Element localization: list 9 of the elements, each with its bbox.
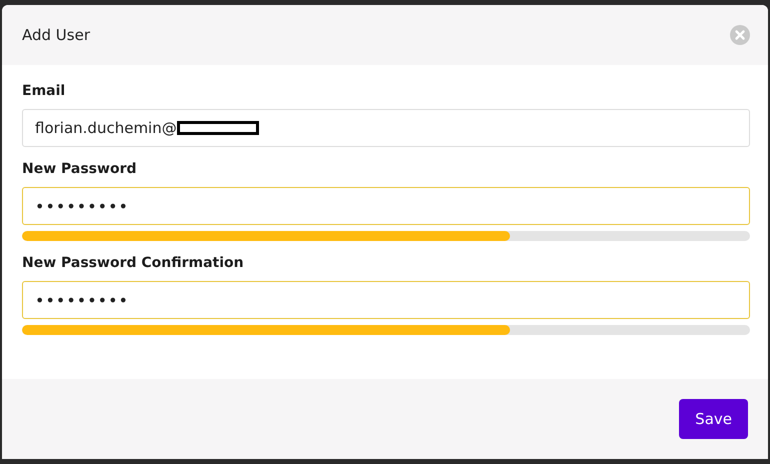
close-icon[interactable] bbox=[730, 25, 750, 45]
field-label: New Password bbox=[22, 161, 136, 177]
save-button[interactable]: Save bbox=[679, 399, 748, 439]
field-label: Email bbox=[22, 83, 66, 99]
email-field[interactable]: florian.duchemin@ bbox=[22, 109, 750, 147]
dialog-title: Add User bbox=[22, 26, 90, 44]
password-field[interactable]: ••••••••• bbox=[22, 281, 750, 319]
password-field[interactable]: ••••••••• bbox=[22, 187, 750, 225]
field-label: New Password Confirmation bbox=[22, 255, 244, 271]
